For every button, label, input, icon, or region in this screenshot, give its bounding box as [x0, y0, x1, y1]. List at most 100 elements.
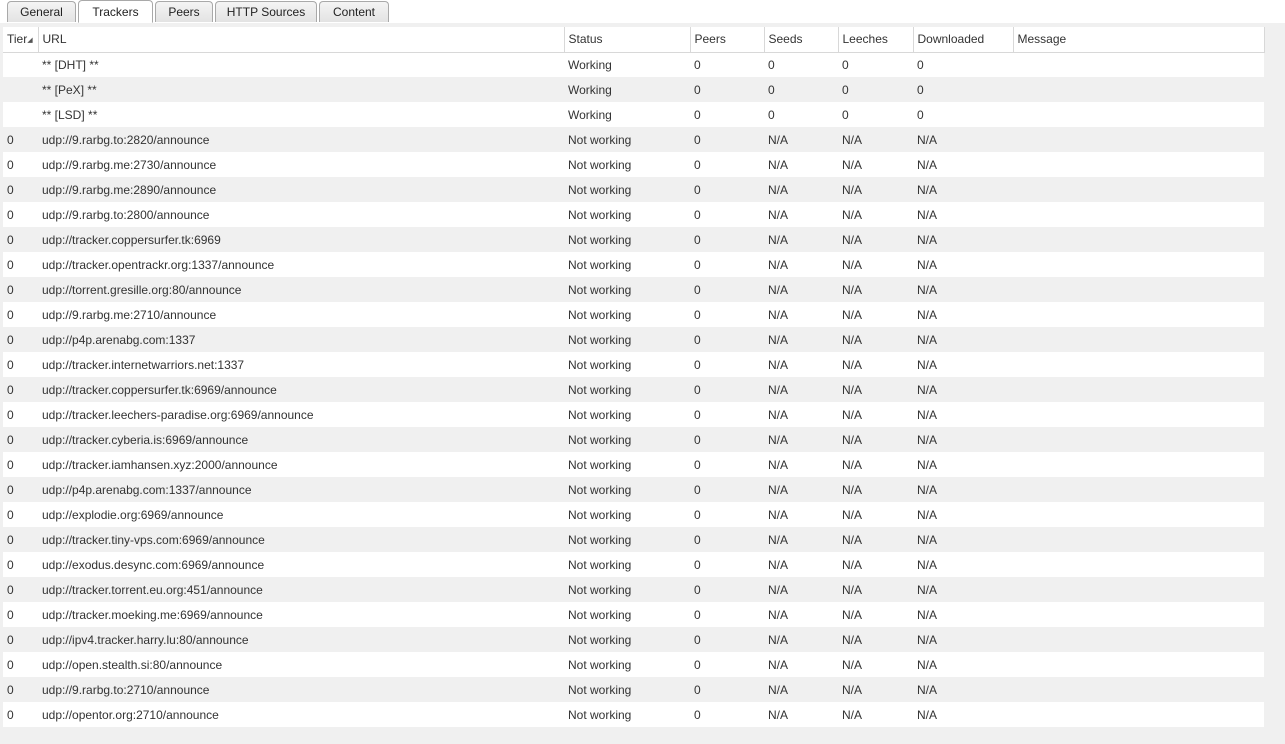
cell-status: Working	[564, 77, 690, 102]
cell-downloaded: N/A	[913, 402, 1013, 427]
cell-downloaded: N/A	[913, 227, 1013, 252]
cell-seeds: N/A	[764, 552, 838, 577]
tab-general[interactable]: General	[7, 1, 76, 22]
tab-peers[interactable]: Peers	[155, 1, 213, 22]
table-row[interactable]: 0 udp://tracker.cyberia.is:6969/announce N…	[3, 427, 1264, 452]
table-row[interactable]: 0 udp://p4p.arenabg.com:1337 Not working 0 N…	[3, 327, 1264, 352]
table-row[interactable]: 0 udp://9.rarbg.to:2820/announce Not worki…	[3, 127, 1264, 152]
cell-status: Not working	[564, 277, 690, 302]
tab-trackers[interactable]: Trackers	[78, 0, 153, 23]
column-header-seeds[interactable]: Seeds	[764, 27, 839, 53]
tab-http-sources[interactable]: HTTP Sources	[215, 1, 317, 22]
table-row[interactable]: 0 udp://tracker.opentrackr.org:1337/annou…	[3, 252, 1264, 277]
cell-peers: 0	[690, 252, 764, 277]
cell-seeds: N/A	[764, 627, 838, 652]
cell-status: Not working	[564, 252, 690, 277]
cell-status: Working	[564, 52, 690, 77]
table-row[interactable]: 0 udp://9.rarbg.me:2710/announce Not worki…	[3, 302, 1264, 327]
cell-downloaded: N/A	[913, 702, 1013, 727]
cell-message	[1013, 152, 1264, 177]
table-row[interactable]: 0 udp://tracker.tiny-vps.com:6969/announc…	[3, 527, 1264, 552]
cell-url: udp://p4p.arenabg.com:1337	[38, 327, 564, 352]
column-header-message[interactable]: Message	[1013, 27, 1265, 53]
cell-seeds: N/A	[764, 602, 838, 627]
cell-seeds: N/A	[764, 452, 838, 477]
cell-tier: 0	[3, 502, 38, 527]
table-row[interactable]: ** [LSD] ** Working 0 0 0 0	[3, 102, 1264, 127]
table-row[interactable]: 0 udp://tracker.moeking.me:6969/announce N…	[3, 602, 1264, 627]
column-header-status[interactable]: Status	[564, 27, 691, 53]
cell-leeches: N/A	[838, 577, 913, 602]
cell-downloaded: N/A	[913, 552, 1013, 577]
cell-message	[1013, 552, 1264, 577]
table-row[interactable]: 0 udp://ipv4.tracker.harry.lu:80/announce…	[3, 627, 1264, 652]
cell-leeches: N/A	[838, 202, 913, 227]
column-header-tier[interactable]: Tier◢	[3, 27, 39, 53]
cell-url: ** [PeX] **	[38, 77, 564, 102]
cell-status: Not working	[564, 202, 690, 227]
table-row[interactable]: 0 udp://open.stealth.si:80/announce Not wo…	[3, 652, 1264, 677]
table-row[interactable]: 0 udp://tracker.coppersurfer.tk:6969 Not w…	[3, 227, 1264, 252]
table-row[interactable]: 0 udp://9.rarbg.me:2890/announce Not worki…	[3, 177, 1264, 202]
cell-message	[1013, 252, 1264, 277]
cell-message	[1013, 477, 1264, 502]
cell-leeches: N/A	[838, 277, 913, 302]
cell-message	[1013, 102, 1264, 127]
cell-message	[1013, 577, 1264, 602]
cell-message	[1013, 352, 1264, 377]
tab-content[interactable]: Content	[319, 1, 389, 22]
table-row[interactable]: 0 udp://tracker.torrent.eu.org:451/announ…	[3, 577, 1264, 602]
table-row[interactable]: 0 udp://exodus.desync.com:6969/announce No…	[3, 552, 1264, 577]
cell-tier: 0	[3, 552, 38, 577]
cell-tier: 0	[3, 252, 38, 277]
table-row[interactable]: 0 udp://9.rarbg.to:2710/announce Not worki…	[3, 677, 1264, 702]
cell-url: udp://tracker.internetwarriors.net:1337	[38, 352, 564, 377]
column-header-peers[interactable]: Peers	[690, 27, 765, 53]
cell-leeches: N/A	[838, 502, 913, 527]
cell-seeds: N/A	[764, 502, 838, 527]
cell-leeches: N/A	[838, 352, 913, 377]
cell-downloaded: N/A	[913, 502, 1013, 527]
cell-status: Not working	[564, 677, 690, 702]
table-row[interactable]: 0 udp://tracker.internetwarriors.net:1337…	[3, 352, 1264, 377]
cell-peers: 0	[690, 452, 764, 477]
table-row[interactable]: 0 udp://opentor.org:2710/announce Not work…	[3, 702, 1264, 727]
cell-message	[1013, 702, 1264, 727]
cell-downloaded: 0	[913, 102, 1013, 127]
cell-leeches: N/A	[838, 427, 913, 452]
cell-leeches: N/A	[838, 227, 913, 252]
cell-url: ** [LSD] **	[38, 102, 564, 127]
table-row[interactable]: 0 udp://tracker.coppersurfer.tk:6969/anno…	[3, 377, 1264, 402]
cell-downloaded: N/A	[913, 177, 1013, 202]
cell-seeds: N/A	[764, 652, 838, 677]
cell-tier	[3, 77, 38, 102]
trackers-panel: Tier◢ URL Status Peers Seeds Leeches Dow…	[0, 23, 1285, 744]
table-row[interactable]: 0 udp://explodie.org:6969/announce Not wor…	[3, 502, 1264, 527]
column-header-downloaded[interactable]: Downloaded	[913, 27, 1014, 53]
cell-url: udp://torrent.gresille.org:80/announce	[38, 277, 564, 302]
table-row[interactable]: 0 udp://tracker.leechers-paradise.org:696…	[3, 402, 1264, 427]
table-row[interactable]: 0 udp://torrent.gresille.org:80/announce N…	[3, 277, 1264, 302]
cell-downloaded: N/A	[913, 602, 1013, 627]
table-row[interactable]: 0 udp://p4p.arenabg.com:1337/announce Not …	[3, 477, 1264, 502]
cell-seeds: N/A	[764, 302, 838, 327]
table-row[interactable]: ** [PeX] ** Working 0 0 0 0	[3, 77, 1264, 102]
cell-downloaded: N/A	[913, 377, 1013, 402]
table-row[interactable]: 0 udp://9.rarbg.me:2730/announce Not worki…	[3, 152, 1264, 177]
cell-peers: 0	[690, 527, 764, 552]
cell-url: udp://open.stealth.si:80/announce	[38, 652, 564, 677]
table-row[interactable]: ** [DHT] ** Working 0 0 0 0	[3, 52, 1264, 77]
column-header-leeches[interactable]: Leeches	[838, 27, 914, 53]
cell-leeches: 0	[838, 77, 913, 102]
cell-status: Not working	[564, 402, 690, 427]
column-header-url[interactable]: URL	[38, 27, 565, 53]
cell-tier: 0	[3, 477, 38, 502]
cell-seeds: N/A	[764, 477, 838, 502]
cell-message	[1013, 402, 1264, 427]
table-row[interactable]: 0 udp://tracker.iamhansen.xyz:2000/announ…	[3, 452, 1264, 477]
cell-peers: 0	[690, 402, 764, 427]
cell-leeches: 0	[838, 52, 913, 77]
cell-message	[1013, 627, 1264, 652]
table-row[interactable]: 0 udp://9.rarbg.to:2800/announce Not worki…	[3, 202, 1264, 227]
cell-leeches: N/A	[838, 527, 913, 552]
